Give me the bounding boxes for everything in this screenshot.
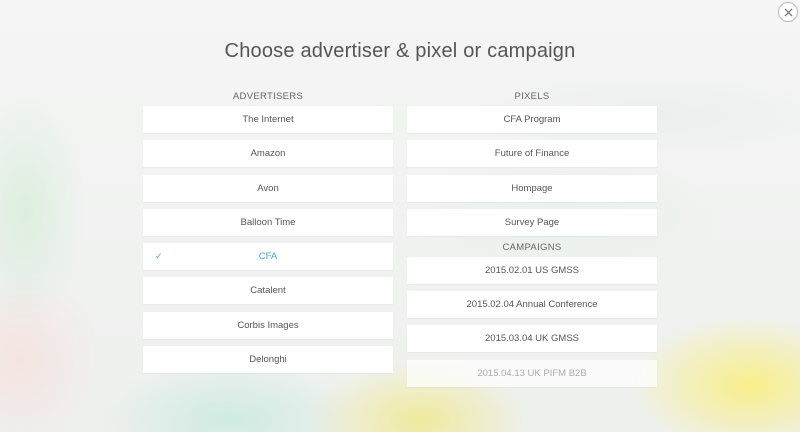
campaign-label: 2015.03.04 UK GMSS <box>485 333 579 345</box>
page-title: Choose advertiser & pixel or campaign <box>224 40 576 62</box>
advertiser-item[interactable]: The Internet <box>143 106 393 133</box>
check-icon: ✓ <box>155 251 163 262</box>
advertisers-header: ADVERTISERS <box>232 91 304 102</box>
advertiser-label: Avon <box>257 182 279 194</box>
advertiser-label: Delonghi <box>249 354 287 366</box>
advertiser-item[interactable]: Avon <box>143 174 393 202</box>
pixel-item[interactable]: Future of Finance <box>407 140 657 168</box>
advertiser-item[interactable]: Corbis Images <box>143 311 393 339</box>
campaign-label: 2015.02.04 Annual Conference <box>466 298 598 310</box>
campaign-label: 2015.04.13 UK PIFM B2B <box>477 367 587 379</box>
pixel-label: Hompage <box>511 182 553 194</box>
campaign-item[interactable]: 2015.02.04 Annual Conference <box>407 290 657 318</box>
pixels-campaigns-column: PIXELS CFA Program Future of Finance Hom… <box>407 90 657 394</box>
close-button[interactable] <box>778 2 798 22</box>
pixel-item[interactable]: Hompage <box>407 174 657 202</box>
advertiser-label: Balloon Time <box>240 216 296 228</box>
advertiser-label: Amazon <box>250 148 286 160</box>
advertisers-column: ADVERTISERS The Internet Amazon Avon Bal… <box>143 90 393 380</box>
advertiser-label: Catalent <box>250 285 286 297</box>
advertiser-item[interactable]: Balloon Time <box>143 208 393 236</box>
campaigns-header: CAMPAIGNS <box>502 242 562 254</box>
advertiser-item-selected[interactable]: ✓ CFA <box>143 243 393 271</box>
close-icon <box>784 8 792 16</box>
campaign-item[interactable]: 2015.03.04 UK GMSS <box>407 325 657 353</box>
advertiser-label: The Internet <box>242 114 294 125</box>
advertiser-item[interactable]: Delonghi <box>143 346 393 374</box>
pixel-item[interactable]: CFA Program <box>407 106 657 133</box>
pixel-item[interactable]: Survey Page <box>407 208 657 236</box>
background <box>0 0 800 432</box>
advertiser-item[interactable]: Amazon <box>143 140 393 168</box>
advertiser-item[interactable]: Catalent <box>143 277 393 305</box>
pixel-label: CFA Program <box>503 114 561 125</box>
campaign-label: 2015.02.01 US GMSS <box>485 264 579 276</box>
pixel-label: Future of Finance <box>494 148 570 160</box>
campaign-item[interactable]: 2015.04.13 UK PIFM B2B <box>407 359 657 387</box>
pixel-label: Survey Page <box>504 216 560 228</box>
advertiser-label: Corbis Images <box>237 319 299 331</box>
advertiser-label: CFA <box>258 251 278 263</box>
campaign-item[interactable]: 2015.02.01 US GMSS <box>407 256 657 284</box>
pixels-header: PIXELS <box>514 91 550 102</box>
